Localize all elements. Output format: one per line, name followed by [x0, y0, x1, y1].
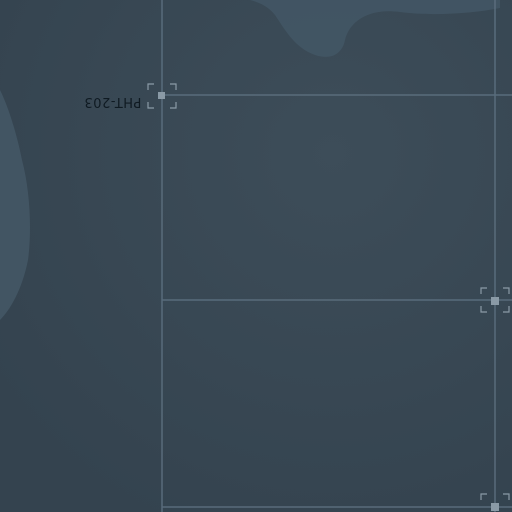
map-region-label: PHT-203: [84, 94, 142, 109]
map-canvas[interactable]: [0, 0, 512, 512]
water-area: [0, 0, 512, 512]
